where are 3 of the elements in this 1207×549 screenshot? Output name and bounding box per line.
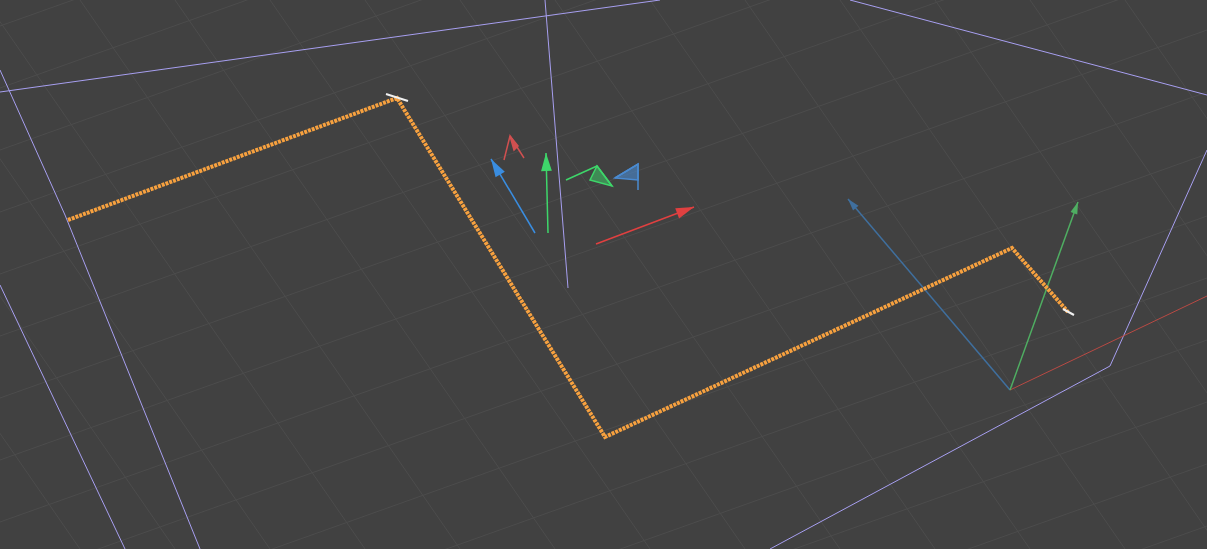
spline-end-marker xyxy=(385,93,409,102)
rotation-handle-icon xyxy=(503,134,525,161)
spline-end-marker xyxy=(1062,308,1075,316)
